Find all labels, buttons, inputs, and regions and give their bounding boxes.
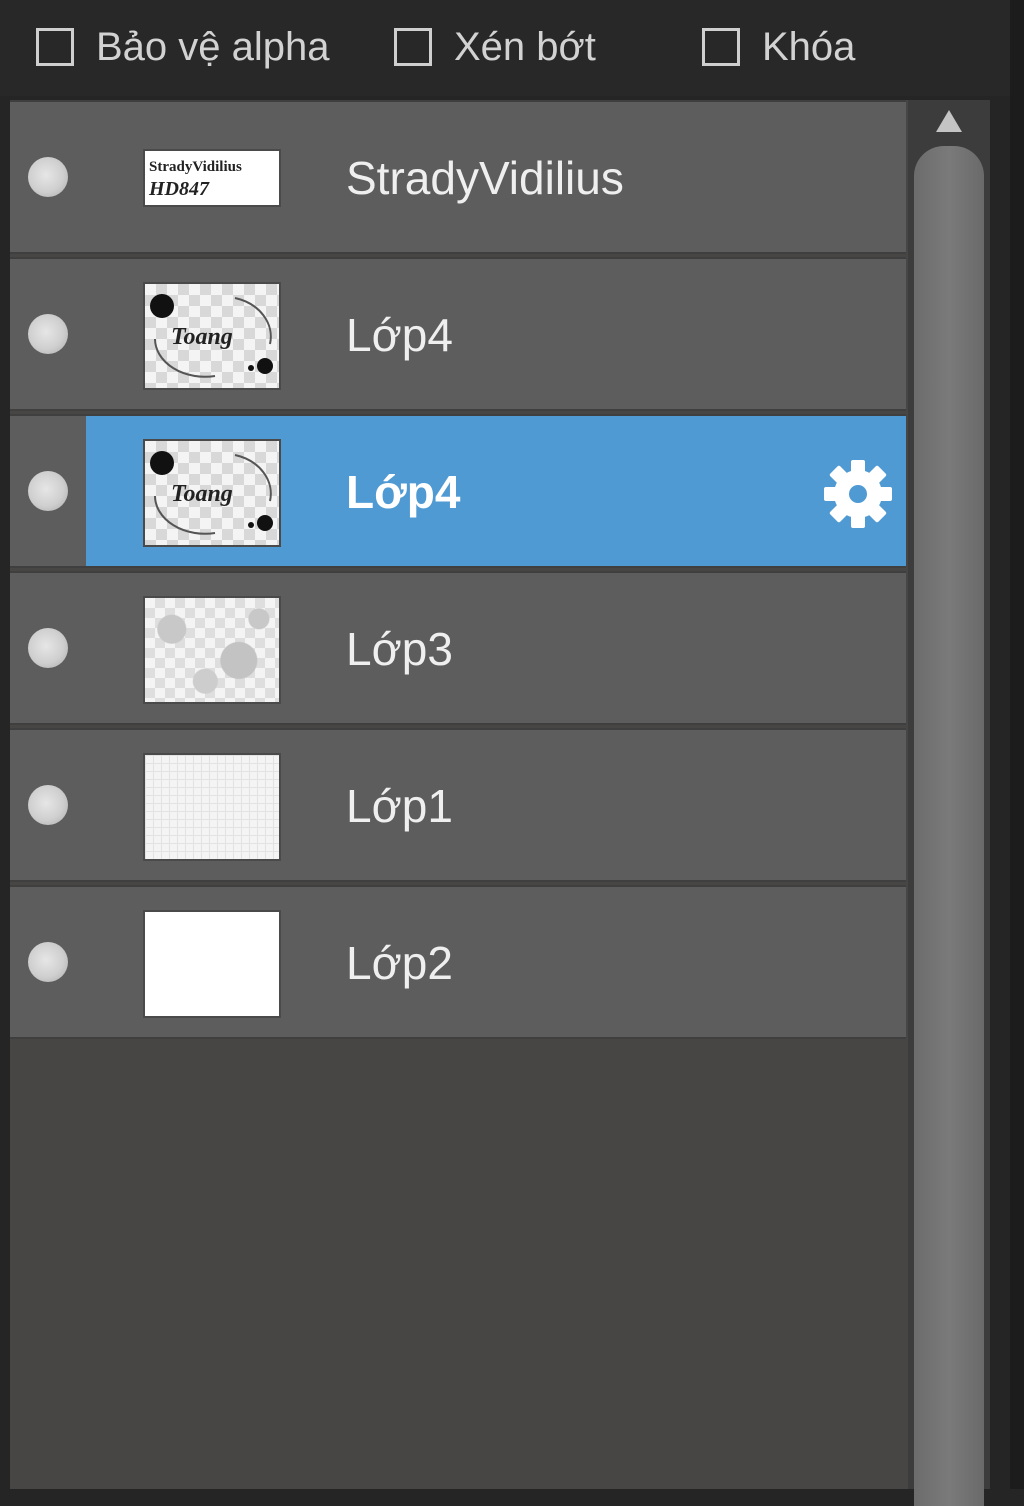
scrollbar-thumb[interactable] xyxy=(914,146,984,1506)
blotchy-transparent-thumbnail xyxy=(143,596,281,704)
layer-name: Lớp4 xyxy=(346,309,453,361)
logo-thumbnail: Toang xyxy=(143,439,281,547)
triangle-up-icon[interactable] xyxy=(934,106,964,136)
layer-name: Lớp1 xyxy=(346,780,453,832)
protect-alpha-label: Bảo vệ alpha xyxy=(96,25,330,69)
visibility-dot-icon[interactable] xyxy=(28,471,68,511)
grid-thumbnail xyxy=(143,753,281,861)
layer-list: StradyVidilius HD847 StradyVidilius Toan… xyxy=(10,100,908,1489)
checkbox-box[interactable] xyxy=(394,28,432,66)
layer-name: Lớp3 xyxy=(346,623,453,675)
layer-row-lop4[interactable]: Toang Lớp4 xyxy=(10,257,906,411)
layer-name: Lớp4 xyxy=(346,466,461,518)
layer-row-stradyvidilius[interactable]: StradyVidilius HD847 StradyVidilius xyxy=(10,100,906,254)
text-thumbnail: StradyVidilius HD847 xyxy=(143,149,281,207)
protect-alpha-checkbox[interactable]: Bảo vệ alpha xyxy=(36,22,330,72)
white-thumbnail xyxy=(143,910,281,1018)
layer-name: StradyVidilius xyxy=(346,152,624,204)
layers-panel: Bảo vệ alpha Xén bớt Khóa StradyVidilius… xyxy=(0,0,1024,1506)
layer-name: Lớp2 xyxy=(346,937,453,989)
layer-row-lop4-selected[interactable]: Toang Lớp4 xyxy=(10,414,906,568)
logo-word: Toang xyxy=(171,481,233,507)
visibility-dot-icon[interactable] xyxy=(28,314,68,354)
layer-options-bar: Bảo vệ alpha Xén bớt Khóa xyxy=(0,0,1010,96)
clip-label: Xén bớt xyxy=(454,25,596,69)
thumbnail-text-line1: StradyVidilius xyxy=(149,159,242,175)
vertical-scrollbar[interactable] xyxy=(908,100,990,1506)
logo-word: Toang xyxy=(171,324,233,350)
checkbox-box[interactable] xyxy=(702,28,740,66)
thumbnail-text-line2: HD847 xyxy=(148,178,210,200)
layer-row-lop1[interactable]: Lớp1 xyxy=(10,728,906,882)
visibility-dot-icon[interactable] xyxy=(28,942,68,982)
visibility-dot-icon[interactable] xyxy=(28,157,68,197)
logo-thumbnail: Toang xyxy=(143,282,281,390)
gear-icon[interactable] xyxy=(822,458,894,530)
lock-label: Khóa xyxy=(762,25,856,69)
lock-checkbox[interactable]: Khóa xyxy=(702,22,855,72)
checkbox-box[interactable] xyxy=(36,28,74,66)
visibility-dot-icon[interactable] xyxy=(28,785,68,825)
visibility-dot-icon[interactable] xyxy=(28,628,68,668)
clip-checkbox[interactable]: Xén bớt xyxy=(394,22,596,72)
panel-edge xyxy=(1010,0,1024,1489)
layer-row-lop2[interactable]: Lớp2 xyxy=(10,885,906,1039)
layer-row-lop3[interactable]: Lớp3 xyxy=(10,571,906,725)
